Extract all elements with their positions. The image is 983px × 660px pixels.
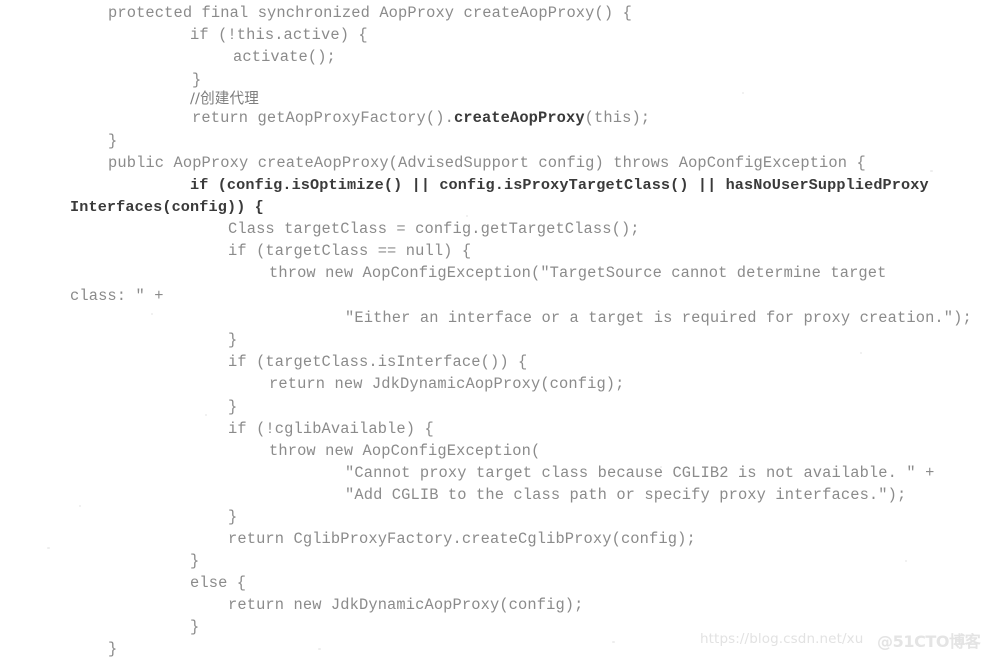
code-line: return getAopProxyFactory().createAopPro… xyxy=(192,107,650,129)
code-line: } xyxy=(228,508,238,526)
code-line: } xyxy=(228,331,238,349)
code-line: "Add CGLIB to the class path or specify … xyxy=(345,486,907,504)
code-line: Class targetClass = config.getTargetClas… xyxy=(228,220,640,238)
code-comment-cjk: //创建代理 xyxy=(190,90,259,107)
code-line: if (targetClass == null) { xyxy=(228,242,472,260)
code-token-bold: createAopProxy xyxy=(453,109,585,127)
code-line: if (!this.active) { xyxy=(190,26,368,44)
code-line: } xyxy=(228,398,238,416)
code-line: protected final synchronized AopProxy cr… xyxy=(108,4,632,22)
code-token: return getAopProxyFactory(). xyxy=(192,109,454,127)
code-block: protected final synchronized AopProxy cr… xyxy=(0,0,983,660)
code-line: return new JdkDynamicAopProxy(config); xyxy=(269,375,625,393)
code-line: } xyxy=(108,640,118,658)
code-line: Interfaces(config)) { xyxy=(70,198,264,216)
code-line: "Cannot proxy target class because CGLIB… xyxy=(345,464,935,482)
code-line: "Either an interface or a target is requ… xyxy=(345,309,972,327)
code-line: } xyxy=(108,132,118,150)
code-screenshot-page: protected final synchronized AopProxy cr… xyxy=(0,0,983,660)
code-line: if (config.isOptimize() || config.isProx… xyxy=(190,176,929,194)
code-line: else { xyxy=(190,574,247,592)
code-line: return CglibProxyFactory.createCglibProx… xyxy=(228,530,696,548)
code-line: class: " + xyxy=(70,287,164,305)
code-line: } xyxy=(190,618,200,636)
code-line: throw new AopConfigException( xyxy=(269,442,541,460)
code-line: } xyxy=(190,552,200,570)
code-line: if (targetClass.isInterface()) { xyxy=(228,353,528,371)
code-line: return new JdkDynamicAopProxy(config); xyxy=(228,596,584,614)
code-line: if (!cglibAvailable) { xyxy=(228,420,434,438)
code-line: activate(); xyxy=(233,48,336,66)
code-token: (this); xyxy=(584,109,651,127)
code-line: throw new AopConfigException("TargetSour… xyxy=(269,264,887,282)
code-line: public AopProxy createAopProxy(AdvisedSu… xyxy=(108,154,866,172)
